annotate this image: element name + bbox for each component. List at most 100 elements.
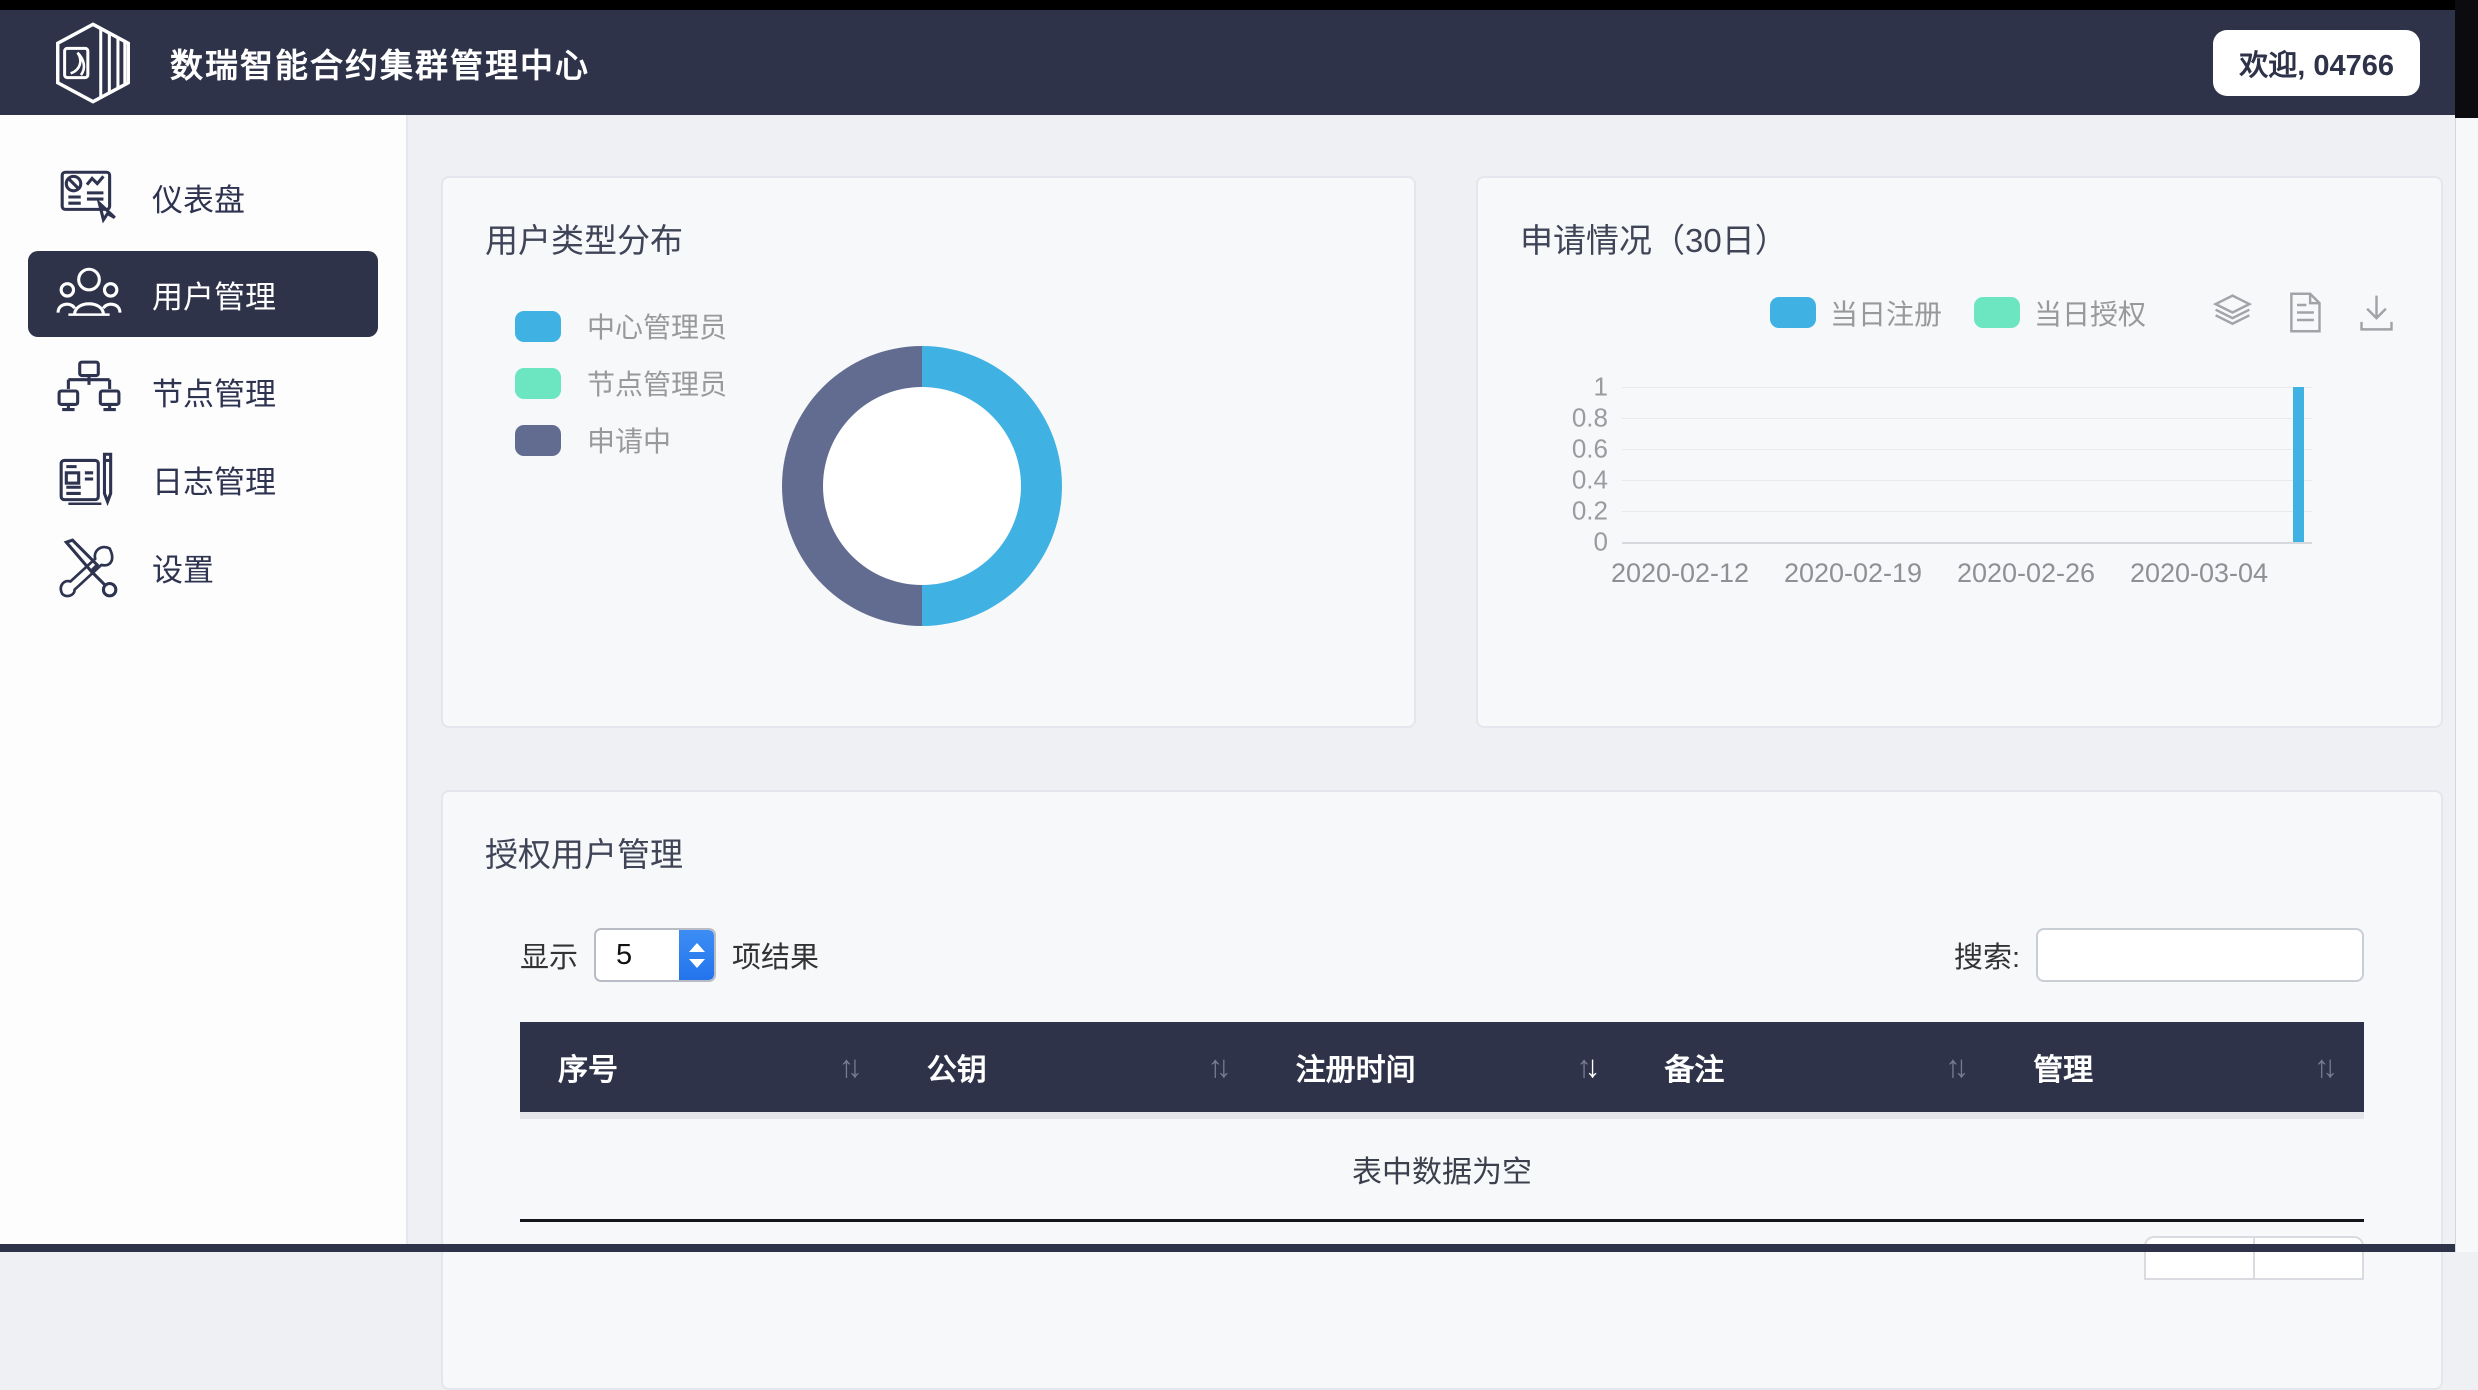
authorized-users-card: 授权用户管理 显示 5 项结果 搜索: 序号	[441, 790, 2443, 1390]
user-type-card-title: 用户类型分布	[485, 214, 1372, 262]
settings-icon	[56, 534, 122, 600]
x-axis-tick: 2020-03-04	[2130, 558, 2268, 589]
applications-bar-chart: 1 0.8 0.6 0.4 0.2 0 2020-02-12 2020-02-1…	[1540, 387, 2399, 544]
sidebar-item-nodes[interactable]: 节点管理	[0, 347, 406, 435]
sidebar-item-users[interactable]: 用户管理	[28, 251, 378, 337]
authorized-users-title: 授权用户管理	[485, 828, 2399, 876]
pagination-next-button[interactable]	[2254, 1236, 2364, 1280]
column-header-pubkey[interactable]: 公钥 ↑↓	[889, 1022, 1258, 1112]
sort-icon: ↑↓	[1945, 1049, 1969, 1085]
authorized-users-table: 序号 ↑↓ 公钥 ↑↓ 注册时间 ↑↓ 备注 ↑↓	[520, 1022, 2364, 1280]
sort-icon: ↑↓	[1208, 1049, 1232, 1085]
y-axis-tick: 0.2	[1572, 496, 1608, 527]
main-content: 用户类型分布 中心管理员 节点管理员 申请中	[408, 115, 2478, 1252]
sort-icon: ↑↓	[2314, 1049, 2338, 1085]
legend-label: 中心管理员	[587, 306, 727, 346]
nodes-icon	[56, 358, 122, 424]
select-spinner[interactable]	[679, 930, 714, 980]
applications-toolbar: 当日注册 当日授权	[1520, 290, 2399, 335]
table-header-row: 序号 ↑↓ 公钥 ↑↓ 注册时间 ↑↓ 备注 ↑↓	[520, 1022, 2364, 1112]
sidebar-item-logs[interactable]: 日志管理	[0, 435, 406, 523]
users-icon	[56, 261, 122, 327]
legend-label: 当日授权	[2034, 293, 2146, 333]
page-size-value: 5	[596, 930, 679, 980]
legend-item[interactable]: 当日授权	[1974, 293, 2146, 333]
y-axis-tick: 0.8	[1572, 403, 1608, 434]
column-header-manage[interactable]: 管理 ↑↓	[1995, 1022, 2364, 1112]
applications-card: 申请情况（30日） 当日注册 当日授权	[1476, 176, 2443, 728]
legend-item[interactable]: 当日注册	[1770, 293, 1942, 333]
user-type-card: 用户类型分布 中心管理员 节点管理员 申请中	[441, 176, 1416, 728]
donut-chart	[782, 346, 1062, 626]
sort-icon-desc-active: ↑↓	[1576, 1049, 1600, 1085]
x-axis-tick: 2020-02-19	[1784, 558, 1922, 589]
sidebar-item-label: 用户管理	[152, 272, 276, 317]
y-axis-tick: 1	[1594, 372, 1608, 403]
app-title: 数瑞智能合约集群管理中心	[170, 39, 590, 87]
gridline	[1622, 387, 2312, 388]
pagination-previous-button[interactable]	[2144, 1236, 2254, 1280]
sidebar-item-label: 日志管理	[152, 457, 276, 502]
column-label: 备注	[1664, 1045, 1724, 1089]
column-label: 序号	[558, 1045, 618, 1089]
search-input[interactable]	[2036, 928, 2364, 982]
y-axis-tick: 0.4	[1572, 465, 1608, 496]
pagination	[520, 1236, 2364, 1280]
legend-swatch-green	[515, 368, 561, 399]
legend-label: 当日注册	[1830, 293, 1942, 333]
gridline	[1622, 480, 2312, 481]
x-axis-tick: 2020-02-26	[1957, 558, 2095, 589]
brand-logo-icon	[50, 20, 136, 106]
page-size-select[interactable]: 5	[594, 928, 716, 982]
sort-icon: ↑↓	[839, 1049, 863, 1085]
x-axis-tick: 2020-02-12	[1611, 558, 1749, 589]
dashboard-icon	[56, 164, 122, 230]
legend-swatch-blue	[515, 311, 561, 342]
welcome-user-button[interactable]: 欢迎, 04766	[2213, 30, 2420, 96]
sidebar-item-label: 设置	[152, 545, 214, 590]
legend-swatch-slate	[515, 425, 561, 456]
download-icon[interactable]	[2354, 290, 2399, 335]
gridline	[1622, 449, 2312, 450]
chevron-down-icon	[689, 959, 705, 968]
legend-label: 申请中	[587, 420, 671, 460]
column-header-remark[interactable]: 备注 ↑↓	[1626, 1022, 1995, 1112]
table-empty-row: 表中数据为空	[520, 1119, 2364, 1219]
column-label: 管理	[2033, 1045, 2093, 1089]
chart-plot-area: 1 0.8 0.6 0.4 0.2 0 2020-02-12 2020-02-1…	[1622, 387, 2312, 544]
sidebar-item-label: 仪表盘	[152, 175, 245, 220]
window-right-edge	[2455, 0, 2478, 118]
sidebar-item-dashboard[interactable]: 仪表盘	[0, 153, 406, 241]
column-label: 公钥	[927, 1045, 987, 1089]
show-label: 显示	[520, 934, 578, 976]
y-axis-tick: 0	[1594, 527, 1608, 558]
legend-swatch-blue	[1770, 297, 1816, 328]
column-header-index[interactable]: 序号 ↑↓	[520, 1022, 889, 1112]
search-label: 搜索:	[1954, 934, 2020, 976]
chevron-up-icon	[689, 943, 705, 952]
layers-icon[interactable]	[2210, 290, 2255, 335]
app-header: 数瑞智能合约集群管理中心 欢迎, 04766	[0, 10, 2478, 115]
logs-icon	[56, 446, 122, 512]
table-bottom-border	[520, 1219, 2364, 1222]
gridline	[1622, 511, 2312, 512]
column-header-register-time[interactable]: 注册时间 ↑↓	[1258, 1022, 1627, 1112]
y-axis-tick: 0.6	[1572, 434, 1608, 465]
sidebar: 仪表盘 用户管理 节点管理	[0, 115, 408, 1252]
applications-card-title: 申请情况（30日）	[1520, 214, 2399, 262]
table-controls: 显示 5 项结果 搜索:	[485, 928, 2399, 982]
sidebar-item-label: 节点管理	[152, 369, 276, 414]
window-top-edge	[0, 0, 2478, 10]
sidebar-item-settings[interactable]: 设置	[0, 523, 406, 611]
results-label: 项结果	[732, 934, 819, 976]
legend-item[interactable]: 中心管理员	[515, 306, 1372, 346]
legend-swatch-green	[1974, 297, 2020, 328]
scrollbar-track[interactable]	[2455, 118, 2478, 1252]
legend-label: 节点管理员	[587, 363, 727, 403]
chart-tools	[2210, 290, 2399, 335]
column-label: 注册时间	[1296, 1045, 1416, 1089]
gridline	[1622, 418, 2312, 419]
table-header-separator	[520, 1112, 2364, 1119]
file-icon[interactable]	[2282, 290, 2327, 335]
scrollbar-area[interactable]	[2455, 0, 2478, 1252]
